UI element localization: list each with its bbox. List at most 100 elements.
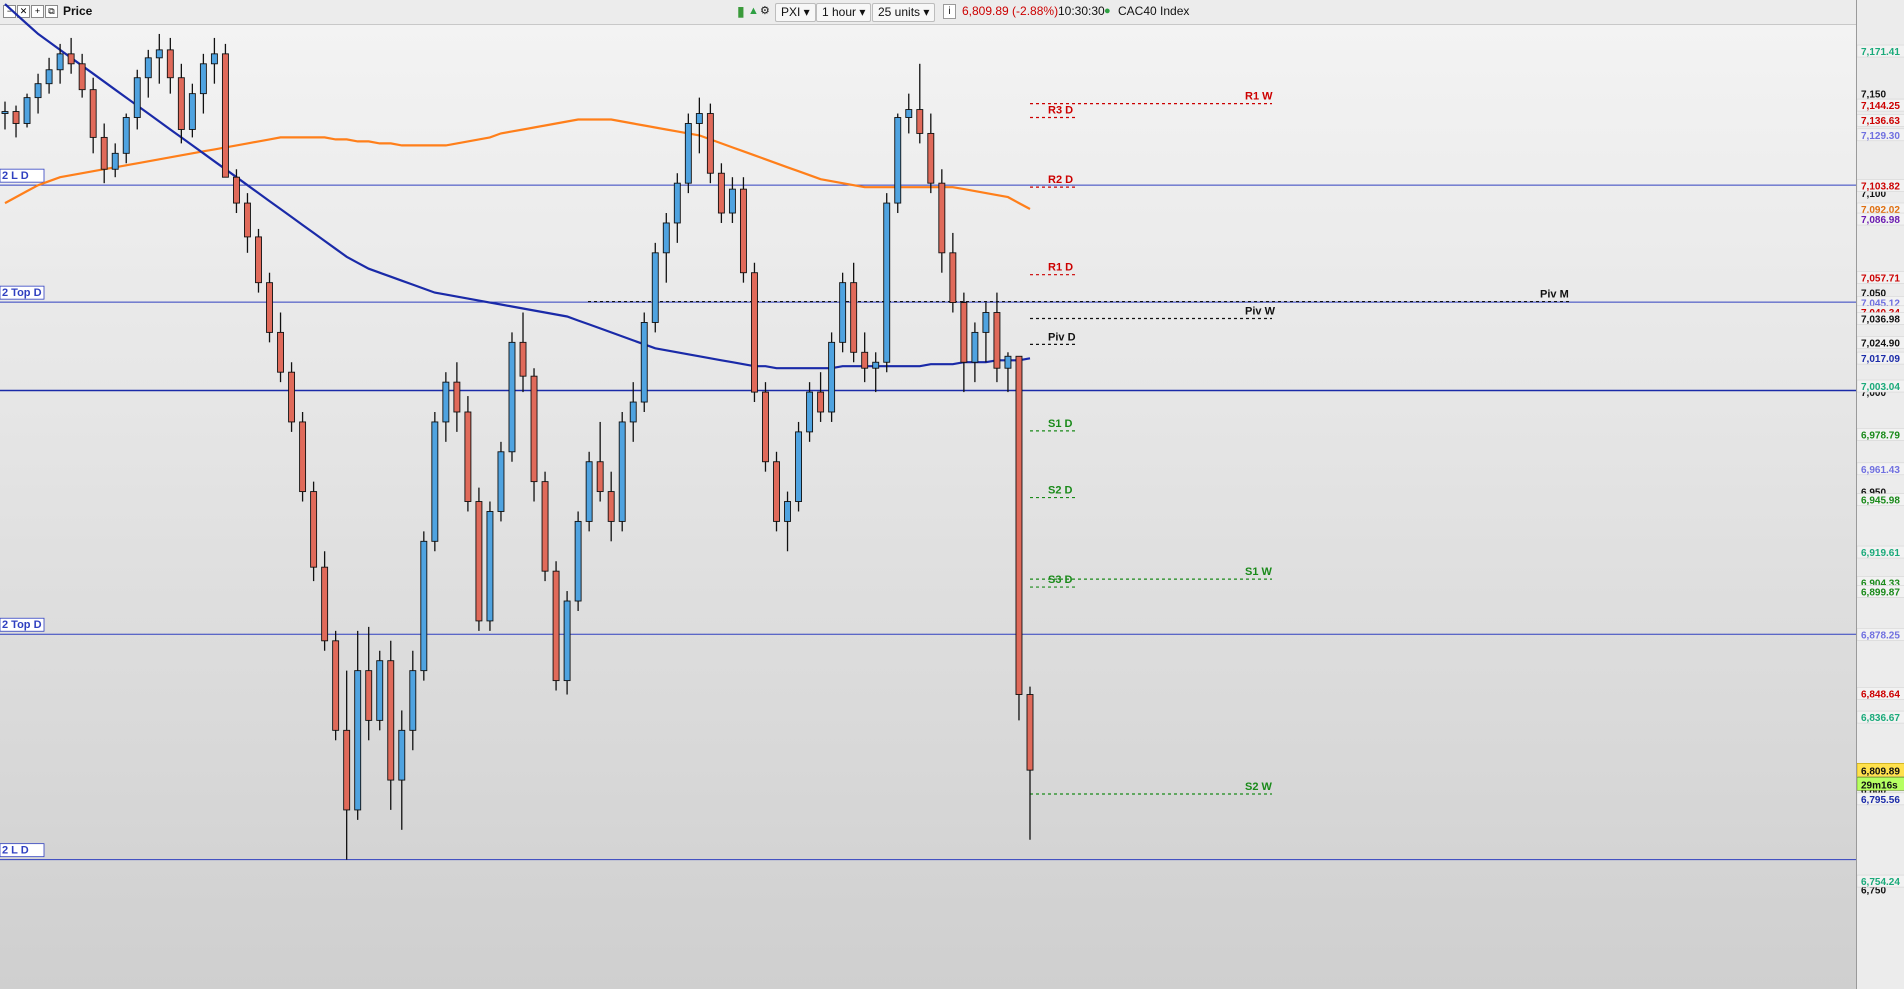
candle-body [255, 236, 262, 284]
candle-body [221, 53, 229, 178]
candle-body [651, 252, 659, 323]
pivot-label: R3 D [1048, 105, 1073, 117]
candle-body [56, 53, 64, 71]
pivot-label: Piv W [1245, 305, 1276, 317]
price-label: 6,978.79 [1861, 430, 1900, 441]
last-price-label: 6,809.89 [1861, 766, 1900, 777]
candle-body [464, 411, 472, 502]
candle-body [585, 461, 593, 522]
price-label: 6,961.43 [1861, 465, 1900, 476]
candle-body [938, 182, 946, 254]
candle-body [574, 520, 582, 602]
candle-body [684, 123, 692, 184]
price-label: 7,086.98 [1861, 215, 1900, 226]
candle-body [872, 361, 880, 369]
candle-body [122, 117, 130, 154]
candle-body [365, 670, 373, 721]
candle-body [629, 401, 637, 423]
pivot-label: S1 D [1048, 418, 1073, 430]
reference-tag-label: 2 L D [2, 845, 29, 857]
pivot-label: S2 W [1245, 781, 1273, 793]
price-chart[interactable]: 2 L D 2 Top D 2 Top D 2 L D R1 W R3 D R2 D R1 D… [0, 0, 1856, 989]
candle-body [89, 89, 97, 138]
price-label: 7,136.63 [1861, 116, 1900, 127]
price-label: 6,836.67 [1861, 713, 1900, 724]
candle-body [277, 331, 284, 373]
candle-body [982, 312, 990, 333]
candle-body [817, 391, 825, 413]
price-label: 7,144.25 [1861, 101, 1900, 112]
candle-body [442, 381, 450, 423]
reference-tag-label: 2 Top D [2, 619, 42, 631]
price-label: 7,057.71 [1861, 273, 1900, 284]
price-label: 6,919.61 [1861, 548, 1900, 559]
candle-body [233, 176, 240, 204]
reference-tag-label: 2 L D [2, 170, 29, 182]
candle-body [530, 375, 538, 483]
chart-window: − ✕ + ⧉ Price ▮ ▲ ⚙ PXI ▾ 1 hour ▾ 25 un… [0, 0, 1904, 989]
candle-body [409, 670, 417, 731]
candle-body [839, 282, 847, 343]
candle-body [927, 132, 935, 184]
pivot-label: R1 D [1048, 262, 1073, 274]
candle-body [916, 109, 924, 134]
candle-body [894, 117, 902, 204]
candle-body [45, 69, 53, 85]
candle-body [188, 93, 196, 130]
candle-body [662, 222, 670, 254]
price-label: 6,848.64 [1861, 689, 1900, 700]
moving-average-line [4, 118, 1031, 210]
candle-body [431, 421, 439, 542]
candle-body [751, 272, 758, 393]
candle-body [850, 282, 858, 353]
candle-body [299, 421, 307, 493]
pivot-label: Piv M [1540, 289, 1569, 301]
pivot-label: Piv D [1048, 331, 1076, 343]
price-label: 6,878.25 [1861, 630, 1900, 641]
reference-tag-label: 2 Top D [2, 287, 42, 299]
pivot-label: R2 D [1048, 174, 1073, 186]
candle-body [728, 188, 736, 214]
candle-body [861, 351, 869, 369]
candle-body [717, 172, 725, 214]
candle-body [795, 431, 802, 502]
candle-body [971, 331, 979, 363]
candle-body [618, 421, 626, 522]
price-label: 6,899.87 [1861, 587, 1900, 598]
candle-body [155, 49, 163, 59]
candle-body [784, 501, 791, 522]
candle-body [960, 302, 968, 363]
candle-body [762, 391, 769, 463]
countdown-label: 29m16s [1861, 780, 1898, 791]
candle-body [321, 566, 329, 642]
price-label: 7,103.82 [1861, 182, 1900, 193]
candle-body [210, 53, 218, 65]
candle-body [343, 729, 351, 811]
price-label: 7,003.04 [1861, 382, 1900, 393]
candle-body [541, 481, 549, 572]
candle-body [1, 111, 9, 114]
candle-body [949, 252, 957, 304]
candle-body [288, 371, 296, 423]
candle-body [806, 391, 814, 433]
candle-body [266, 282, 273, 333]
candle-body [706, 113, 714, 174]
candle-body [607, 491, 615, 522]
candle-body [12, 111, 20, 124]
candle-body [497, 451, 505, 512]
candle-body [773, 461, 780, 522]
candle-body [828, 341, 836, 413]
candle-body [310, 491, 318, 568]
price-label: 7,129.30 [1861, 131, 1900, 142]
candle-body [177, 77, 185, 130]
candle-body [420, 540, 428, 672]
pivot-label: R1 W [1245, 91, 1273, 103]
candle-body [1015, 355, 1023, 695]
candle-body [519, 341, 527, 377]
candle-body [695, 113, 703, 124]
candle-body [100, 136, 108, 170]
price-axis[interactable]: 7,1507,1007,0507,0006,9506,9006,8506,800… [1856, 0, 1904, 989]
candle-body [739, 188, 747, 274]
price-axis-labels: 7,1507,1007,0507,0006,9506,9006,8506,800… [1856, 44, 1904, 897]
candle-body [596, 461, 604, 493]
